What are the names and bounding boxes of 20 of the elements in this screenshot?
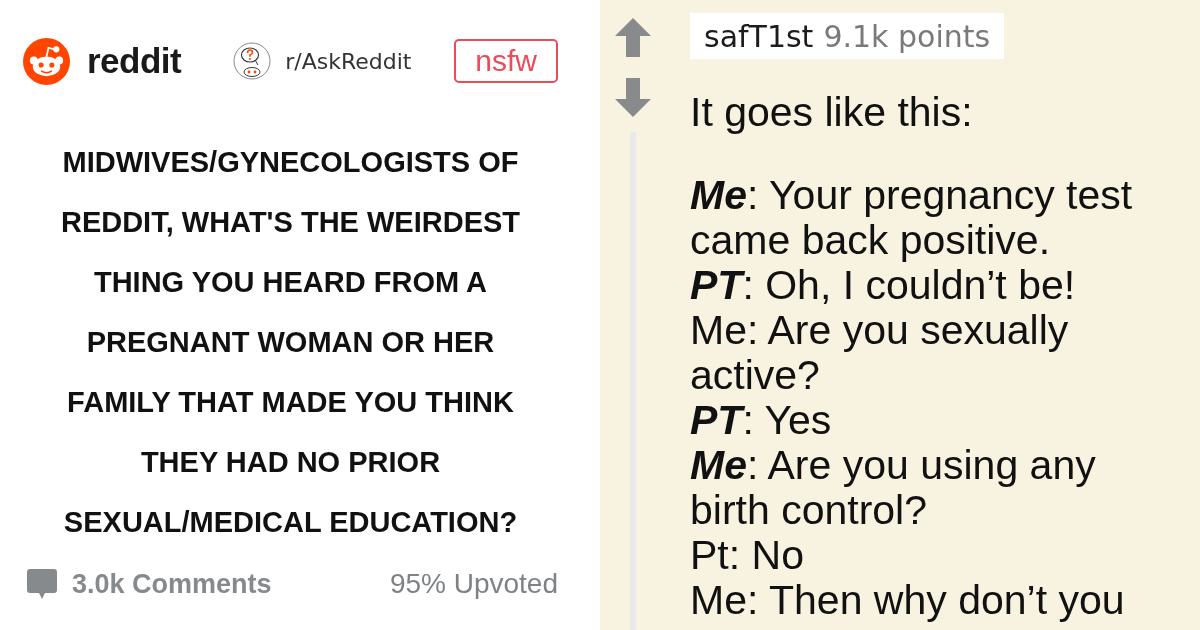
question-bubble-icon (233, 42, 272, 80)
up-arrow-icon[interactable] (615, 18, 651, 57)
comment-line: PT: Oh, I couldn’t be! (690, 263, 1077, 308)
comment-line: PT: Yes (690, 398, 833, 443)
comment-line: Pt: No (690, 533, 805, 578)
comment-icon (27, 569, 57, 599)
nsfw-badge: nsfw (454, 39, 558, 83)
points-label: 9.1k points (823, 18, 991, 54)
comment-line: Me: Are you sexually active? (690, 308, 1070, 398)
author-name[interactable]: safT1st (704, 18, 814, 54)
comment-line: It goes like this: (690, 90, 974, 135)
down-arrow-icon[interactable] (615, 78, 651, 117)
comment-line: Me: Your pregnancy test came back positive. (690, 173, 1134, 263)
subreddit-link[interactable]: r/AskReddit (285, 48, 412, 74)
comment-line: Me: Are you using any birth control? (690, 443, 1097, 533)
comment-line: Me: Then why don’t you (690, 578, 1126, 623)
alien-logo-icon (23, 37, 70, 85)
site-wordmark: reddit (87, 41, 182, 81)
upvote-ratio: 95% Upvoted (389, 568, 558, 600)
post-title: MIDWIVES/GYNECOLOGISTS OF REDDIT, WHAT'S THE WEIRDEST THING YOU HEARD FROM A PREGNANT WOMAN OR HER FAMILY THAT MADE YOU THINK THEY HAD NO PRIOR SEXUAL/MEDICAL EDUCATION? (59, 145, 522, 540)
